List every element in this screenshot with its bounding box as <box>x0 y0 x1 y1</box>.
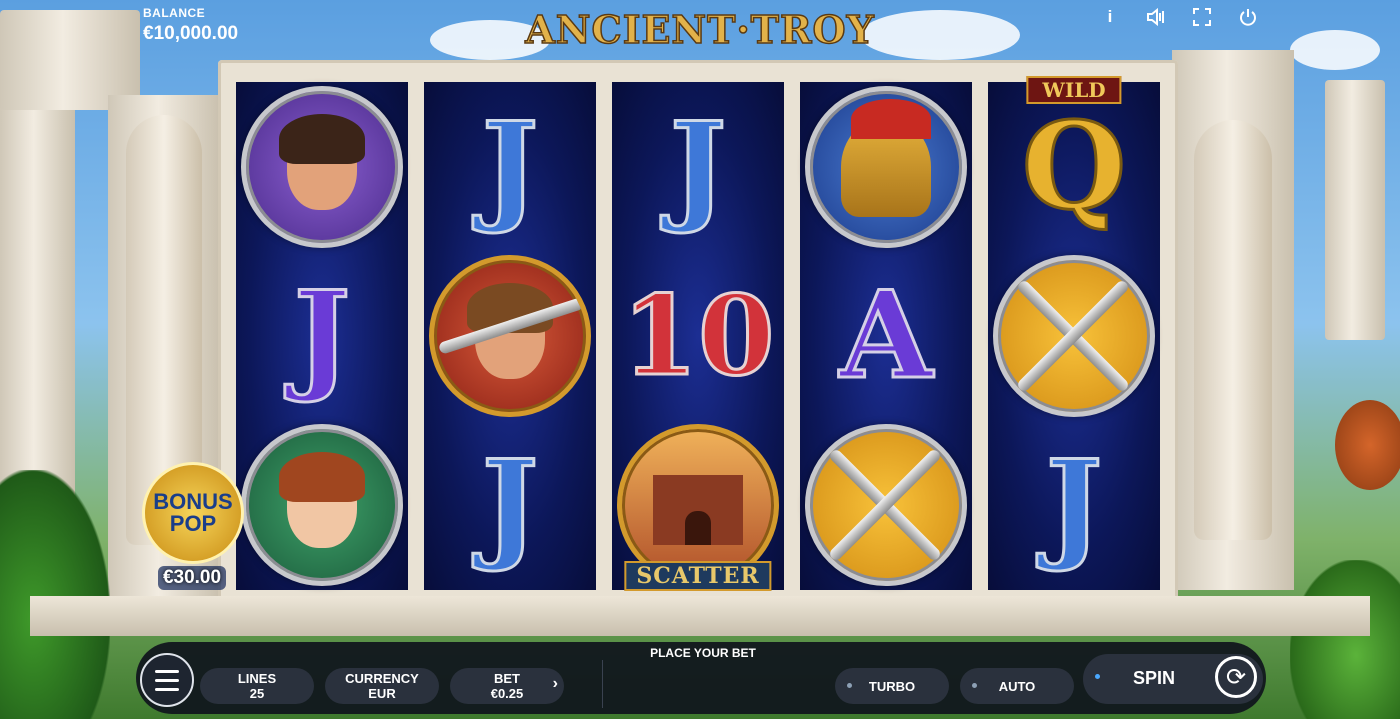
right-caryatid-statue <box>1194 120 1272 540</box>
bet-value: €0.25 <box>490 686 524 701</box>
helmet-crest <box>851 98 931 139</box>
balance-value: €10,000.00 <box>143 23 239 44</box>
currency-value: EUR <box>368 686 396 701</box>
currency-selector[interactable]: CURRENCY EUR <box>325 668 439 704</box>
bonus-line1: BONUS <box>153 489 233 514</box>
left-ruin-column <box>0 40 75 520</box>
hero-hair <box>279 113 365 164</box>
bronze-shield <box>1335 400 1400 490</box>
letter-j: J <box>668 95 728 237</box>
bonus-pop-badge[interactable]: BONUS POP €30.00 <box>142 462 244 590</box>
cloud <box>1290 30 1380 70</box>
heroine-face <box>279 451 365 548</box>
auto-button[interactable]: AUTO <box>960 668 1074 704</box>
reel-grid[interactable]: J J J J 10 SCATTER A WILD Q J <box>236 76 1160 591</box>
letter-a: A <box>838 264 934 406</box>
bonus-pop-star-icon: BONUS POP <box>142 462 244 564</box>
lines-selector[interactable]: LINES 25 <box>200 668 314 704</box>
turbo-indicator-icon <box>847 683 852 688</box>
bonus-line2: POP <box>169 511 217 536</box>
place-bet-message: PLACE YOUR BET <box>650 646 756 660</box>
menu-button[interactable] <box>140 653 194 707</box>
sound-icon[interactable] <box>1144 6 1168 28</box>
symbol-j: J <box>424 82 596 251</box>
scatter-label: SCATTER <box>624 561 772 591</box>
reel-4: A <box>800 82 972 590</box>
symbol-heroine <box>236 420 408 589</box>
letter-a: J <box>292 264 352 406</box>
letter-j: J <box>1044 433 1104 575</box>
symbol-j: J <box>424 420 596 589</box>
hero-face <box>279 113 365 210</box>
chevron-right-icon[interactable]: › <box>553 676 558 692</box>
symbol-spartan-helmet <box>800 82 972 251</box>
symbol-bearded-hero <box>236 82 408 251</box>
spin-label: SPIN <box>1133 668 1176 688</box>
spin-arrows-icon[interactable]: ⟳ <box>1215 656 1257 698</box>
reel-1: J <box>236 82 408 590</box>
bonus-amount: €30.00 <box>157 566 227 590</box>
heroine-hair <box>279 451 365 502</box>
symbol-a: A <box>800 251 972 420</box>
letter-j: J <box>480 433 540 575</box>
symbol-10: 10 <box>612 251 784 420</box>
number-10: 10 <box>620 270 776 400</box>
reel-2: J J <box>424 82 596 590</box>
right-statue-pillar <box>1172 50 1294 590</box>
lines-value: 25 <box>249 686 265 701</box>
spin-indicator-icon <box>1095 674 1100 679</box>
info-icon[interactable]: i <box>1098 6 1122 28</box>
bet-label: BET <box>494 671 520 686</box>
symbol-j: J <box>988 420 1160 589</box>
game-logo: ANCIENT·TROY <box>524 0 874 58</box>
letter-j: J <box>480 95 540 237</box>
letter-q: Q <box>1020 95 1128 237</box>
reel-5: WILD Q J <box>988 76 1160 590</box>
left-foliage <box>0 470 110 719</box>
swords-medallion <box>993 254 1155 417</box>
reel-3: J 10 SCATTER <box>612 82 784 591</box>
bet-selector[interactable]: BET €0.25 › <box>450 668 564 704</box>
turbo-label: TURBO <box>868 678 916 694</box>
right-foliage <box>1290 560 1400 719</box>
heroine-medallion <box>241 423 403 586</box>
spin-button[interactable]: SPIN ⟳ <box>1083 654 1263 704</box>
hero-medallion <box>241 85 403 248</box>
symbol-crossed-swords <box>988 251 1160 420</box>
top-toolbar: i <box>1098 6 1260 28</box>
right-ruin-column <box>1325 80 1385 340</box>
symbol-j: J <box>612 82 784 251</box>
spartan-helmet-icon <box>841 98 931 217</box>
symbol-warrior <box>424 251 596 420</box>
helmet-medallion <box>805 85 967 248</box>
symbol-a: J <box>236 251 408 420</box>
symbol-q: WILD Q <box>988 76 1160 251</box>
currency-label: CURRENCY <box>345 671 419 686</box>
logo-text: ANCIENT·TROY <box>524 6 875 53</box>
symbol-scatter: SCATTER <box>612 420 784 591</box>
warrior-medallion <box>429 254 591 417</box>
auto-label: AUTO <box>998 678 1036 694</box>
balance-label: BALANCE <box>143 6 206 20</box>
symbol-crossed-swords <box>800 420 972 589</box>
divider <box>602 660 603 708</box>
fullscreen-icon[interactable] <box>1190 6 1214 28</box>
swords-medallion <box>805 423 967 586</box>
reel-base <box>30 596 1370 636</box>
auto-indicator-icon <box>972 683 977 688</box>
cloud <box>860 10 1020 60</box>
wild-label: WILD <box>1026 76 1122 104</box>
city-gate-icon <box>653 474 743 545</box>
balance-display: BALANCE €10,000.00 <box>143 6 238 45</box>
lines-label: LINES <box>237 671 277 686</box>
turbo-button[interactable]: TURBO <box>835 668 949 704</box>
power-icon[interactable] <box>1236 6 1260 28</box>
